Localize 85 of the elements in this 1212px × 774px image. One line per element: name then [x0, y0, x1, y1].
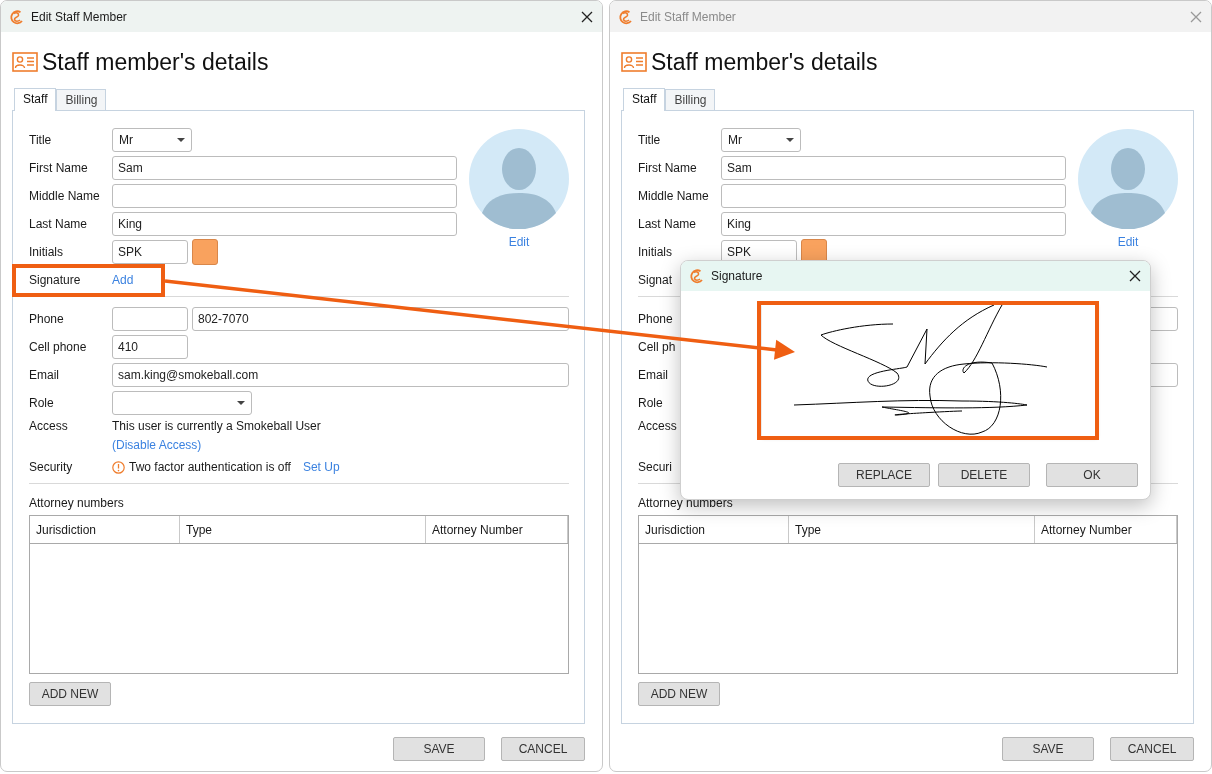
heading: Staff member's details [42, 47, 269, 77]
text-field[interactable]: King [721, 212, 1066, 236]
text-field[interactable]: SPK [112, 240, 188, 264]
link[interactable]: (Disable Access) [112, 436, 202, 454]
field-label: Role [29, 396, 54, 410]
add-new-button[interactable]: ADD NEW [638, 682, 720, 706]
logo-icon [689, 268, 705, 284]
section-label: Attorney numbers [29, 495, 125, 512]
text-field[interactable] [721, 184, 1066, 208]
dialog-title: Signature [711, 268, 763, 285]
field-label: Cell ph [638, 340, 676, 354]
link[interactable]: Add [112, 271, 134, 289]
field-label: Security [29, 460, 73, 474]
field-label: First Name [638, 161, 697, 175]
replace-button[interactable]: REPLACE [838, 463, 930, 487]
window-title: Edit Staff Member [640, 8, 736, 26]
text-field[interactable]: Sam [721, 156, 1066, 180]
ok-button[interactable]: OK [1046, 463, 1138, 487]
field-label: Email [638, 368, 668, 382]
cancel-button[interactable]: CANCEL [1110, 737, 1194, 761]
dropdown[interactable]: Mr [721, 128, 801, 152]
text-field[interactable]: Sam [112, 156, 457, 180]
color-picker[interactable] [192, 239, 218, 265]
field-label: Last Name [638, 217, 697, 231]
text-field[interactable] [112, 307, 188, 331]
field-label: Last Name [29, 217, 88, 231]
column-header: Type [789, 516, 1035, 543]
link[interactable]: Set Up [302, 458, 340, 476]
field-label: Securi [638, 460, 672, 474]
delete-button[interactable]: DELETE [938, 463, 1030, 487]
field-label: Initials [29, 245, 63, 259]
heading: Staff member's details [651, 47, 878, 77]
text-field[interactable]: 802-7070 [192, 307, 569, 331]
dropdown[interactable]: Mr [112, 128, 192, 152]
field-label: Title [29, 133, 52, 147]
column-header: Attorney Number [1035, 516, 1177, 543]
field-label: Middle Name [29, 189, 100, 203]
caret-icon [237, 401, 245, 405]
warning-text: Two factor authentication is off [129, 459, 291, 476]
text-field[interactable]: 410 [112, 335, 188, 359]
field-label: Initials [638, 245, 672, 259]
edit-link[interactable]: Edit [1117, 233, 1139, 251]
section-label: Attorney numbers [638, 495, 734, 512]
field-label: Middle Name [638, 189, 709, 203]
avatar-icon [469, 129, 569, 229]
tab[interactable]: Billing [56, 89, 107, 110]
field-label: Phone [29, 312, 64, 326]
warning-icon [112, 460, 125, 474]
close-icon[interactable] [580, 9, 594, 24]
add-new-button[interactable]: ADD NEW [29, 682, 111, 706]
column-header: Jurisdiction [639, 516, 789, 543]
tab[interactable]: Billing [665, 89, 716, 110]
column-header: Type [180, 516, 426, 543]
field-label: Signature [29, 273, 81, 287]
field-label: Cell phone [29, 340, 87, 354]
field-label: First Name [29, 161, 88, 175]
tab[interactable]: Staff [623, 88, 666, 111]
text-field[interactable]: King [112, 212, 457, 236]
text-field[interactable] [112, 184, 457, 208]
column-header: Jurisdiction [30, 516, 180, 543]
tab[interactable]: Staff [14, 88, 57, 111]
save-button[interactable]: SAVE [1002, 737, 1094, 761]
field-label: Role [638, 396, 663, 410]
caret-icon [177, 138, 185, 142]
logo-icon [9, 8, 25, 25]
dropdown[interactable] [112, 391, 252, 415]
close-icon[interactable] [1128, 269, 1142, 283]
logo-icon [618, 8, 634, 25]
field-label: Signat [638, 273, 673, 287]
column-header: Attorney Number [426, 516, 568, 543]
field-label: Access [638, 419, 677, 433]
cancel-button[interactable]: CANCEL [501, 737, 585, 761]
edit-link[interactable]: Edit [508, 233, 530, 251]
save-button[interactable]: SAVE [393, 737, 485, 761]
field-label: Title [638, 133, 661, 147]
field-label: Email [29, 368, 59, 382]
field-label: Access [29, 419, 68, 433]
id-card-icon [12, 51, 38, 73]
window-title: Edit Staff Member [31, 8, 127, 26]
avatar-icon [1078, 129, 1178, 229]
id-card-icon [621, 51, 647, 73]
status-text: This user is currently a Smokeball User [112, 418, 321, 435]
text-field[interactable]: sam.king@smokeball.com [112, 363, 569, 387]
caret-icon [786, 138, 794, 142]
field-label: Phone [638, 312, 673, 326]
